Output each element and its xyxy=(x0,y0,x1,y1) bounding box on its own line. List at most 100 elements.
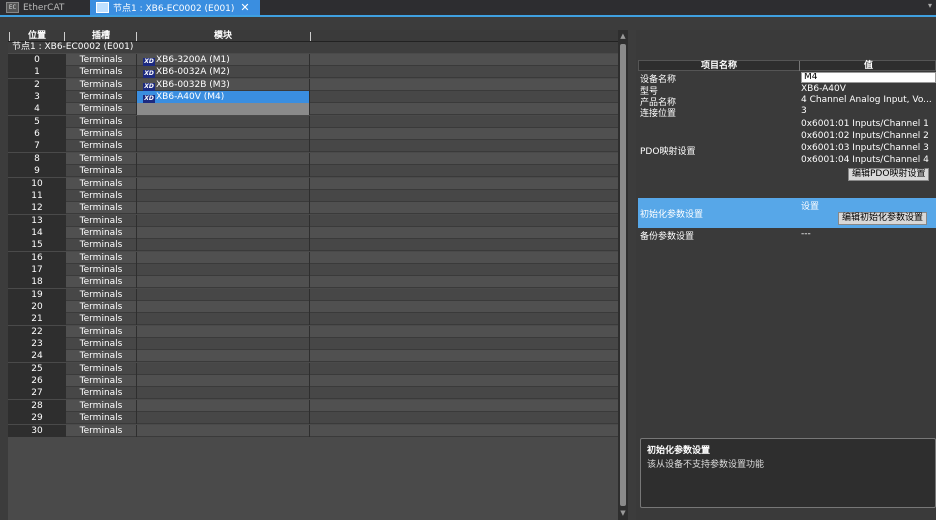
table-row[interactable]: 14 Terminals xyxy=(8,226,618,239)
device-name-input[interactable]: M4 xyxy=(801,72,936,83)
table-row[interactable]: 19 Terminals xyxy=(8,288,618,301)
table-row[interactable]: 5 Terminals xyxy=(8,115,618,128)
row-position: 8 xyxy=(8,152,66,165)
row-position: 30 xyxy=(8,424,66,437)
row-slot: Terminals xyxy=(79,79,123,90)
table-row[interactable]: 1 Terminals XD XB6-0032A (M2) xyxy=(8,66,618,79)
prop-value: XB6-A40V xyxy=(801,84,846,94)
row-module[interactable] xyxy=(136,177,310,190)
table-row[interactable]: 12 Terminals xyxy=(8,202,618,215)
row-module[interactable]: XD XB6-3200A (M1) xyxy=(136,54,310,66)
table-row[interactable]: 16 Terminals xyxy=(8,251,618,264)
row-module[interactable] xyxy=(136,338,310,351)
table-row[interactable]: 18 Terminals xyxy=(8,276,618,289)
row-module[interactable] xyxy=(136,375,310,388)
table-row[interactable]: 9 Terminals xyxy=(8,165,618,178)
table-row[interactable]: 2 Terminals XD XB6-0032B (M3) xyxy=(8,78,618,91)
prop-row-pdo: PDO映射设置 0x6001:01 Inputs/Channel 1 0x600… xyxy=(638,118,936,186)
row-position: 27 xyxy=(8,387,66,400)
table-row[interactable]: 17 Terminals xyxy=(8,263,618,276)
row-module[interactable] xyxy=(136,214,310,227)
row-module[interactable]: XD XB6-A40V (M4) xyxy=(136,91,310,104)
row-module[interactable] xyxy=(136,387,310,400)
row-module[interactable] xyxy=(136,152,310,165)
row-module[interactable] xyxy=(136,412,310,425)
row-module[interactable] xyxy=(136,350,310,363)
table-row[interactable]: 27 Terminals xyxy=(8,387,618,400)
row-position: 28 xyxy=(8,399,66,412)
row-module[interactable] xyxy=(136,424,310,437)
node-group-row[interactable]: 节点1 : XB6-EC0002 (E001) xyxy=(8,42,618,53)
table-row[interactable]: 21 Terminals xyxy=(8,313,618,326)
table-scrollbar[interactable]: ▲ ▼ xyxy=(618,30,628,520)
table-row[interactable]: 25 Terminals xyxy=(8,362,618,375)
table-row[interactable]: 26 Terminals xyxy=(8,375,618,388)
row-slot: Terminals xyxy=(79,240,123,251)
property-panel: 项目名称 值 设备名称 M4 型号 XB6-A40V 产品名称 4 Channe… xyxy=(636,30,936,520)
row-module[interactable] xyxy=(136,325,310,338)
node-icon xyxy=(96,2,109,13)
table-row[interactable]: 8 Terminals xyxy=(8,152,618,165)
tab-ethercat[interactable]: EC EtherCAT xyxy=(0,0,86,15)
row-module[interactable] xyxy=(136,239,310,252)
prop-row-connection: 连接位置 3 xyxy=(638,106,936,119)
scrollbar-thumb[interactable] xyxy=(620,44,626,506)
col-slot[interactable]: 插槽 xyxy=(66,30,136,42)
table-row[interactable]: 22 Terminals xyxy=(8,325,618,338)
table-row[interactable]: 7 Terminals xyxy=(8,140,618,153)
table-row[interactable]: 15 Terminals xyxy=(8,239,618,252)
scroll-up-icon[interactable]: ▲ xyxy=(618,31,628,41)
row-module[interactable] xyxy=(136,399,310,412)
row-module[interactable] xyxy=(136,251,310,264)
table-row[interactable]: 29 Terminals xyxy=(8,412,618,425)
table-row[interactable]: 30 Terminals xyxy=(8,424,618,437)
row-module[interactable]: XD XB6-0032B (M3) xyxy=(136,78,310,91)
row-slot: Terminals xyxy=(79,339,123,350)
row-module[interactable] xyxy=(136,189,310,202)
row-module[interactable] xyxy=(136,226,310,239)
row-module[interactable] xyxy=(136,362,310,375)
row-position: 24 xyxy=(8,350,66,363)
row-module[interactable] xyxy=(136,288,310,301)
col-position[interactable]: 位置 xyxy=(10,30,64,42)
table-row[interactable]: 3 Terminals XD XB6-A40V (M4) xyxy=(8,91,618,104)
table-row[interactable]: 0 Terminals XD XB6-3200A (M1) xyxy=(8,54,618,66)
row-module[interactable] xyxy=(136,115,310,128)
row-module[interactable] xyxy=(136,301,310,313)
table-row[interactable]: 6 Terminals xyxy=(8,128,618,141)
table-row[interactable]: 23 Terminals xyxy=(8,338,618,351)
row-position: 6 xyxy=(8,128,66,141)
table-row[interactable]: 10 Terminals xyxy=(8,177,618,190)
row-position: 13 xyxy=(8,214,66,227)
row-module[interactable]: XD XB6-0032A (M2) xyxy=(136,66,310,79)
tab-menu-icon[interactable]: ▾ xyxy=(928,1,932,10)
edit-init-params-button[interactable]: 编辑初始化参数设置 xyxy=(838,212,928,225)
row-module[interactable] xyxy=(136,202,310,215)
col-item-name: 项目名称 xyxy=(700,61,737,71)
row-module[interactable] xyxy=(136,276,310,289)
prop-row-init[interactable]: 初始化参数设置 设置 编辑初始化参数设置 xyxy=(638,198,936,228)
row-module[interactable] xyxy=(136,313,310,326)
row-module[interactable] xyxy=(136,263,310,276)
row-module[interactable] xyxy=(136,103,310,116)
col-module[interactable]: 模块 xyxy=(136,30,310,42)
table-row[interactable]: 4 Terminals xyxy=(8,103,618,116)
row-slot: Terminals xyxy=(79,215,123,226)
table-row[interactable]: 20 Terminals xyxy=(8,301,618,313)
tab-node1[interactable]: 节点1 : XB6-EC0002 (E001) ✕ xyxy=(90,0,260,15)
prop-row-backup: 备份参数设置 --- xyxy=(638,229,936,242)
tab-bar: EC EtherCAT 节点1 : XB6-EC0002 (E001) ✕ ▾ xyxy=(0,0,936,17)
table-row[interactable]: 28 Terminals xyxy=(8,399,618,412)
row-module[interactable] xyxy=(136,128,310,141)
scroll-down-icon[interactable]: ▼ xyxy=(618,508,628,518)
row-module[interactable] xyxy=(136,140,310,153)
prop-value: 4 Channel Analog Input, Vo... xyxy=(801,95,932,105)
close-icon[interactable]: ✕ xyxy=(240,1,249,14)
table-row[interactable]: 13 Terminals xyxy=(8,214,618,227)
row-slot: Terminals xyxy=(79,190,123,201)
row-module[interactable] xyxy=(136,165,310,178)
row-slot: Terminals xyxy=(79,67,123,78)
table-row[interactable]: 11 Terminals xyxy=(8,189,618,202)
table-row[interactable]: 24 Terminals xyxy=(8,350,618,363)
edit-pdo-button[interactable]: 编辑PDO映射设置 xyxy=(848,168,930,181)
